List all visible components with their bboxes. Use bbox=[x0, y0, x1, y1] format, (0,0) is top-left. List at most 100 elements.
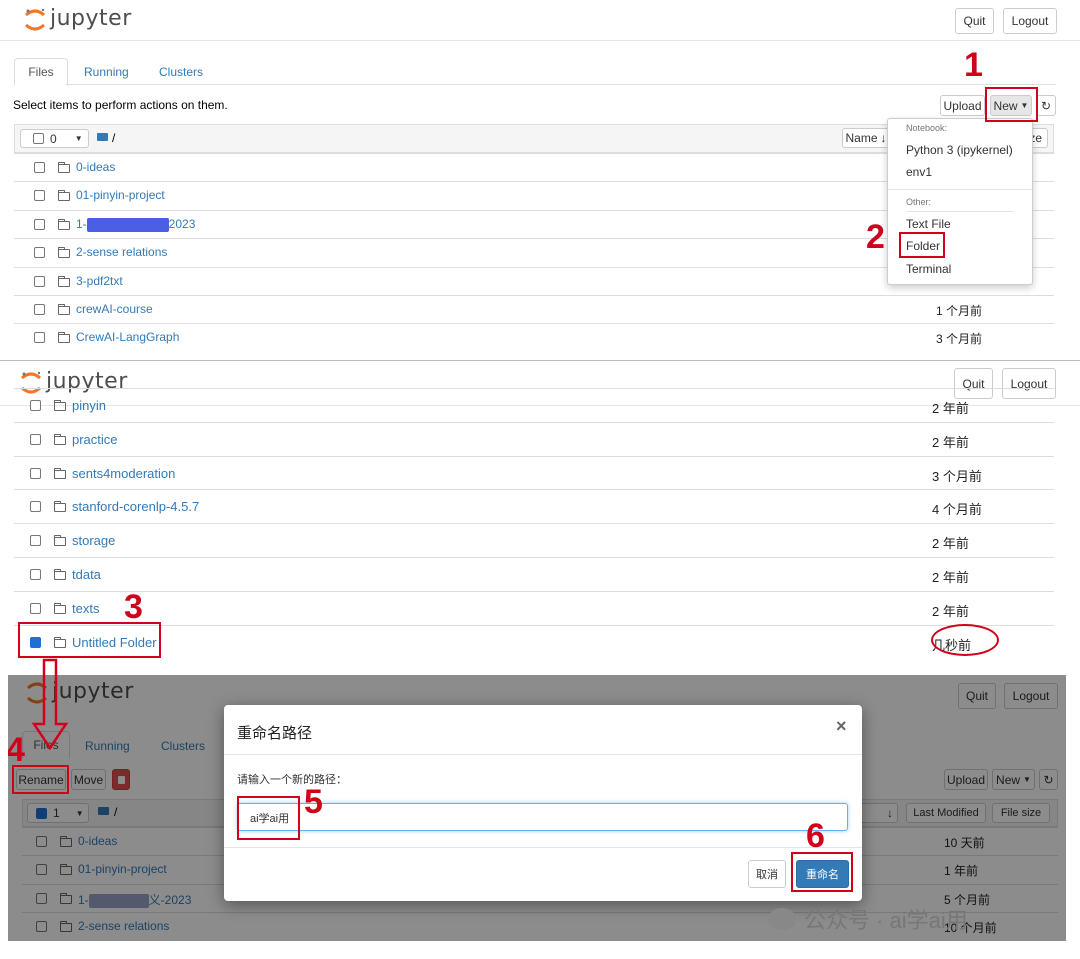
highlight-new-button bbox=[985, 87, 1038, 122]
table-row[interactable]: pinyin 2 年前 bbox=[14, 388, 1054, 422]
logout-button[interactable]: Logout bbox=[1003, 8, 1057, 34]
file-name-link[interactable]: tdata bbox=[72, 567, 101, 582]
table-row[interactable]: storage 2 年前 bbox=[14, 523, 1054, 557]
table-row[interactable]: practice 2 年前 bbox=[14, 421, 1054, 456]
table-row[interactable]: texts 2 年前 bbox=[14, 590, 1054, 625]
tab-running[interactable]: Running bbox=[84, 65, 129, 79]
last-modified-value: 2 年前 bbox=[932, 536, 969, 552]
path-input[interactable]: ai学ai用 bbox=[237, 803, 848, 831]
folder-icon bbox=[58, 332, 70, 344]
step-1-label: 1 bbox=[964, 46, 983, 84]
row-checkbox[interactable] bbox=[30, 501, 41, 513]
dialog-prompt: 请输入一个新的路径： bbox=[237, 774, 347, 786]
highlight-timestamp-ellipse bbox=[931, 624, 999, 656]
down-arrow-annotation bbox=[31, 658, 69, 750]
table-row[interactable]: CrewAI-LangGraph 3 个月前 bbox=[14, 323, 1054, 351]
last-modified-value: 4 个月前 bbox=[932, 502, 982, 518]
row-checkbox[interactable] bbox=[34, 275, 45, 287]
row-checkbox[interactable] bbox=[30, 569, 41, 580]
last-modified-value: 2 年前 bbox=[932, 603, 969, 619]
row-checkbox[interactable] bbox=[34, 190, 45, 202]
refresh-icon: ↻ bbox=[1040, 98, 1052, 113]
quit-button[interactable]: Quit bbox=[955, 8, 994, 34]
wechat-icon bbox=[768, 908, 796, 930]
file-name-link[interactable]: 1- 2023 bbox=[76, 217, 195, 232]
file-name-link[interactable]: stanford-corenlp-4.5.7 bbox=[72, 499, 199, 514]
file-name-link[interactable]: CrewAI-LangGraph bbox=[76, 330, 179, 344]
dialog-close-button[interactable]: × bbox=[836, 716, 847, 737]
folder-icon bbox=[58, 218, 70, 230]
row-checkbox[interactable] bbox=[34, 247, 45, 259]
select-all-dropdown[interactable]: 0 ▼ bbox=[20, 129, 89, 148]
dialog-footer-divider bbox=[224, 847, 862, 848]
select-all-checkbox[interactable] bbox=[33, 133, 44, 144]
row-checkbox[interactable] bbox=[30, 467, 41, 479]
file-name-link[interactable]: pinyin bbox=[72, 398, 106, 413]
folder-icon bbox=[54, 501, 66, 513]
file-name-link[interactable]: texts bbox=[72, 601, 99, 616]
file-name-suffix: 2023 bbox=[168, 216, 196, 231]
refresh-button[interactable]: ↻ bbox=[1036, 95, 1056, 116]
menu-header-other: Other: bbox=[906, 197, 932, 207]
row-checkbox[interactable] bbox=[34, 332, 45, 344]
file-name-link[interactable]: practice bbox=[72, 432, 118, 447]
highlight-folder-item bbox=[899, 232, 945, 258]
watermark-text: 公众号 · ai学ai用 bbox=[804, 908, 968, 933]
folder-icon bbox=[58, 275, 70, 287]
step-2-label: 2 bbox=[866, 218, 885, 256]
row-checkbox[interactable] bbox=[30, 535, 41, 547]
menu-item-env1[interactable]: env1 bbox=[906, 165, 932, 179]
file-name-link[interactable]: 0-ideas bbox=[76, 160, 115, 174]
new-dropdown-menu: Notebook: Python 3 (ipykernel) env1 Othe… bbox=[887, 118, 1033, 285]
upload-button[interactable]: Upload bbox=[940, 95, 985, 116]
watermark: 公众号 · ai学ai用 bbox=[768, 903, 968, 935]
panel-separator bbox=[0, 360, 1080, 361]
file-name-link[interactable]: crewAI-course bbox=[76, 302, 153, 316]
header-divider bbox=[0, 40, 1080, 41]
table-row[interactable]: stanford-corenlp-4.5.7 4 个月前 bbox=[14, 489, 1054, 523]
folder-icon bbox=[54, 602, 66, 614]
file-name-link[interactable]: 3-pdf2txt bbox=[76, 274, 123, 288]
sort-name-button[interactable]: Name ↓ bbox=[842, 128, 890, 148]
cancel-button[interactable]: 取消 bbox=[748, 860, 786, 888]
dialog-title: 重命名路径 bbox=[237, 725, 313, 742]
step-6-label: 6 bbox=[806, 817, 825, 855]
step-3-label: 3 bbox=[124, 588, 143, 626]
file-name-prefix: 1- bbox=[76, 216, 87, 231]
folder-solid-icon[interactable] bbox=[97, 133, 108, 141]
menu-header-notebook: Notebook: bbox=[906, 123, 948, 133]
highlight-input-value bbox=[237, 796, 300, 840]
table-row[interactable]: crewAI-course 1 个月前 bbox=[14, 295, 1054, 323]
last-modified-value: 3 个月前 bbox=[932, 468, 982, 484]
folder-icon bbox=[58, 190, 70, 202]
highlight-untitled-folder bbox=[18, 622, 161, 658]
arrow-down-icon: ↓ bbox=[880, 131, 887, 145]
select-hint: Select items to perform actions on them. bbox=[13, 98, 228, 112]
file-name-link[interactable]: 2-sense relations bbox=[76, 245, 167, 259]
row-checkbox[interactable] bbox=[30, 602, 41, 614]
menu-item-text-file[interactable]: Text File bbox=[906, 217, 951, 231]
last-modified-value: 2 年前 bbox=[932, 401, 969, 416]
redacted-block bbox=[86, 217, 169, 232]
folder-icon bbox=[58, 162, 70, 173]
menu-item-terminal[interactable]: Terminal bbox=[906, 262, 951, 276]
row-checkbox[interactable] bbox=[34, 304, 45, 315]
table-row[interactable]: Untitled Folder 几秒前 bbox=[14, 624, 1054, 659]
file-name-link[interactable]: storage bbox=[72, 533, 115, 548]
tab-files[interactable]: Files bbox=[14, 58, 68, 86]
row-checkbox[interactable] bbox=[30, 433, 41, 445]
menu-subdivider bbox=[906, 211, 1014, 212]
row-checkbox[interactable] bbox=[34, 162, 45, 173]
table-row[interactable]: sents4moderation 3 个月前 bbox=[14, 455, 1054, 490]
file-name-link[interactable]: 01-pinyin-project bbox=[76, 188, 165, 202]
highlight-rename-button bbox=[12, 765, 69, 794]
row-checkbox[interactable] bbox=[34, 218, 45, 230]
breadcrumb[interactable]: / bbox=[112, 131, 115, 145]
row-checkbox[interactable] bbox=[30, 400, 41, 411]
table-row[interactable]: tdata 2 年前 bbox=[14, 557, 1054, 591]
tab-clusters[interactable]: Clusters bbox=[159, 65, 203, 79]
jupyter-logo[interactable]: jupyter bbox=[24, 6, 132, 31]
panel-2-untitled-folder: jupyter Quit Logout pinyin 2 年前 practice 2 … bbox=[0, 360, 1080, 660]
menu-item-python3[interactable]: Python 3 (ipykernel) bbox=[906, 143, 1013, 157]
file-name-link[interactable]: sents4moderation bbox=[72, 466, 175, 481]
